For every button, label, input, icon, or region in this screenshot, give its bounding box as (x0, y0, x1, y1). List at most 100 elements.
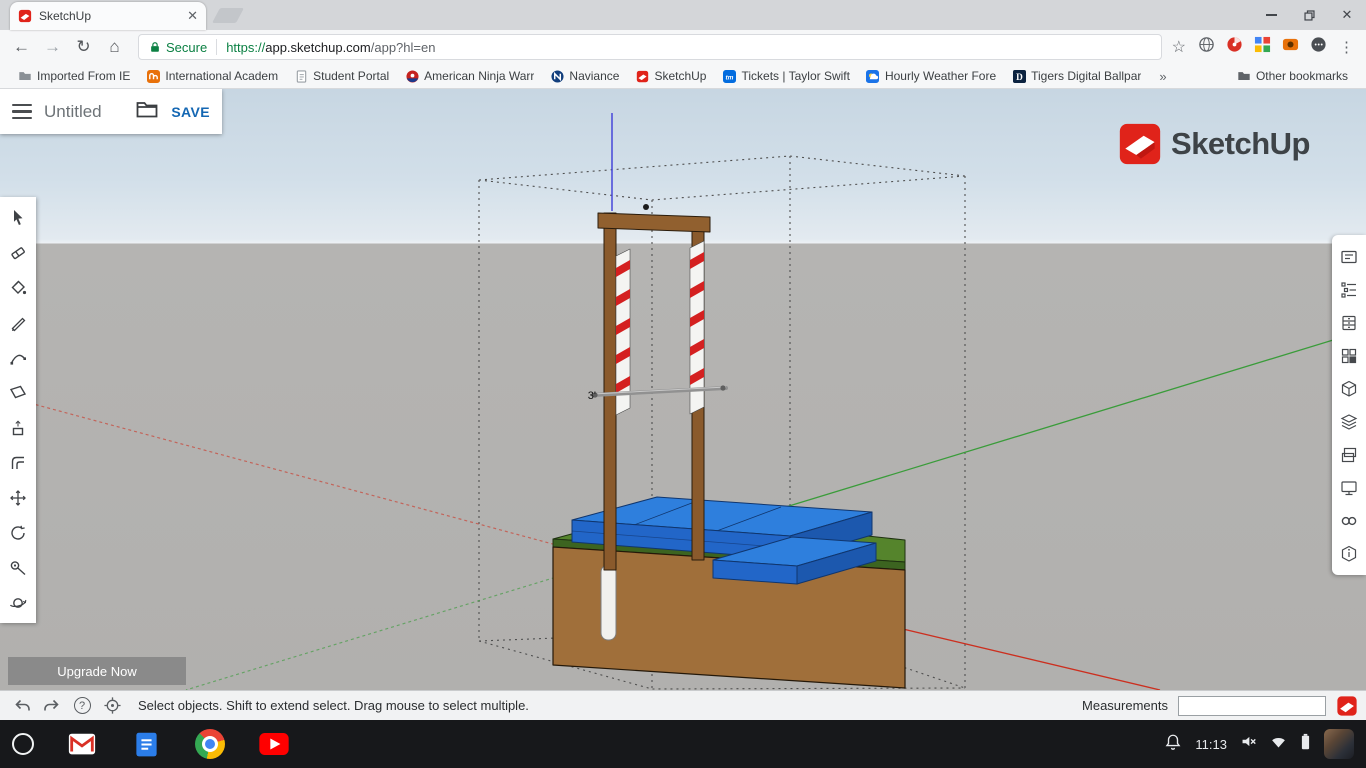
reload-icon[interactable]: ↻ (70, 34, 97, 61)
url-text: https://app.sketchup.com/app?hl=en (226, 40, 435, 55)
eraser-tool-icon[interactable] (0, 235, 36, 270)
docs-shelf-icon[interactable] (130, 728, 162, 760)
chrome-shelf-icon[interactable] (194, 728, 226, 760)
upgrade-now-button[interactable]: Upgrade Now (8, 657, 186, 685)
bookmark-item[interactable]: Naviance (542, 67, 627, 85)
orbit-tool-icon[interactable] (0, 585, 36, 620)
outliner-icon[interactable] (1332, 273, 1366, 306)
other-bookmarks-button[interactable]: Other bookmarks (1229, 67, 1356, 85)
battery-icon (1300, 733, 1311, 756)
save-button[interactable]: SAVE (171, 104, 210, 120)
bookmarks-overflow-chevron[interactable]: » (1149, 69, 1176, 84)
geolocate-icon[interactable] (98, 694, 126, 718)
line-tool-icon[interactable] (0, 305, 36, 340)
bookmark-item[interactable]: Imported From IE (10, 67, 138, 85)
tab-close-icon[interactable]: ✕ (187, 8, 198, 24)
bookmark-item[interactable]: D Tigers Digital Ballpar (1004, 67, 1149, 85)
bookmark-star-icon[interactable]: ☆ (1172, 37, 1186, 57)
bookmark-label: Tigers Digital Ballpar (1031, 69, 1142, 83)
svg-text:tm: tm (726, 74, 734, 81)
move-tool-icon[interactable] (0, 480, 36, 515)
scenes-icon[interactable] (1332, 438, 1366, 471)
measurements-input[interactable] (1178, 695, 1326, 716)
paint-bucket-tool-icon[interactable] (0, 270, 36, 305)
close-window-button[interactable]: ✕ (1340, 7, 1354, 22)
launcher-button[interactable] (12, 733, 34, 755)
camera-extension-icon[interactable] (1282, 36, 1299, 58)
layers-icon[interactable] (1332, 405, 1366, 438)
ninja-warrior-favicon-icon (405, 69, 419, 83)
folder-icon (18, 69, 32, 83)
tab-title: SketchUp (39, 9, 92, 23)
model-geometry[interactable] (552, 204, 906, 689)
minimize-button[interactable] (1264, 8, 1278, 22)
bookmark-item[interactable]: American Ninja Warr (397, 67, 542, 85)
bookmark-item[interactable]: International Academ (138, 67, 286, 85)
bookmarks-bar: Imported From IE International Academ St… (0, 64, 1366, 89)
browser-tab[interactable]: SketchUp ✕ (10, 2, 206, 30)
entity-info-icon[interactable] (1332, 240, 1366, 273)
grid-extension-icon[interactable] (1254, 36, 1271, 58)
components-icon[interactable] (1332, 306, 1366, 339)
bookmark-item[interactable]: Hourly Weather Fore (858, 67, 1004, 85)
document-title: Untitled (44, 101, 102, 121)
tigers-favicon-icon: D (1012, 69, 1026, 83)
mute-icon (1240, 733, 1257, 755)
back-icon[interactable]: ← (8, 34, 35, 61)
redo-icon[interactable] (38, 694, 66, 718)
views-icon[interactable] (1332, 504, 1366, 537)
rotate-tool-icon[interactable] (0, 515, 36, 550)
arc-tool-icon[interactable] (0, 340, 36, 375)
weather-favicon-icon (866, 69, 880, 83)
bookmark-label: SketchUp (654, 69, 707, 83)
page-favicon-icon (294, 69, 308, 83)
pinwheel-extension-icon[interactable] (1226, 36, 1243, 58)
forward-icon[interactable]: → (39, 34, 66, 61)
left-toolbar (0, 197, 36, 623)
notification-bell-icon[interactable] (1164, 733, 1182, 756)
bookmark-label: Student Portal (313, 69, 390, 83)
sketchup-app-area: 3' SketchUp Untitled SAVE Upgrade Now (0, 89, 1366, 690)
bookmark-label: Naviance (569, 69, 620, 83)
youtube-shelf-icon[interactable] (258, 728, 290, 760)
browser-toolbar: ← → ↻ ⌂ Secure https://app.sketchup.com/… (0, 30, 1366, 64)
push-pull-tool-icon[interactable] (0, 410, 36, 445)
display-icon[interactable] (1332, 471, 1366, 504)
chat-extension-icon[interactable] (1310, 36, 1327, 58)
home-icon[interactable]: ⌂ (101, 34, 128, 61)
left-post (603, 212, 617, 571)
tab-strip: SketchUp ✕ ✕ (0, 0, 1366, 30)
system-tray[interactable]: 11:13 (1164, 729, 1354, 759)
model-info-icon[interactable] (1332, 537, 1366, 570)
bookmark-label: Tickets | Taylor Swift (741, 69, 850, 83)
materials-icon[interactable] (1332, 339, 1366, 372)
bookmark-item[interactable]: Student Portal (286, 67, 397, 85)
status-hint-text: Select objects. Shift to extend select. … (138, 698, 529, 713)
open-folder-icon[interactable] (135, 97, 159, 126)
rectangle-tool-icon[interactable] (0, 375, 36, 410)
address-omnibox[interactable]: Secure https://app.sketchup.com/app?hl=e… (138, 34, 1162, 60)
endpoint-dot (643, 204, 649, 210)
gmail-shelf-icon[interactable] (66, 728, 98, 760)
select-tool-icon[interactable] (0, 200, 36, 235)
academy-favicon-icon (146, 69, 160, 83)
status-bar: ? Select objects. Shift to extend select… (0, 690, 1366, 720)
new-tab-button[interactable] (212, 8, 244, 23)
tape-measure-tool-icon[interactable] (0, 550, 36, 585)
undo-icon[interactable] (8, 694, 36, 718)
maximize-button[interactable] (1302, 8, 1316, 22)
user-avatar[interactable] (1324, 729, 1354, 759)
measurements-label: Measurements (1082, 698, 1168, 713)
offset-tool-icon[interactable] (0, 445, 36, 480)
globe-extension-icon[interactable] (1198, 36, 1215, 58)
viewport-3d[interactable]: 3' (0, 89, 1366, 690)
shelf: 11:13 (0, 720, 1366, 768)
bookmark-item[interactable]: SketchUp (627, 67, 714, 85)
browser-menu-icon[interactable]: ⋮ (1335, 38, 1358, 56)
bookmark-label: Hourly Weather Fore (884, 69, 997, 83)
styles-icon[interactable] (1332, 372, 1366, 405)
help-icon[interactable]: ? (68, 694, 96, 718)
bookmark-label: Other bookmarks (1255, 69, 1348, 83)
bookmark-item[interactable]: tm Tickets | Taylor Swift (714, 67, 857, 85)
hamburger-menu-icon[interactable] (12, 103, 32, 120)
